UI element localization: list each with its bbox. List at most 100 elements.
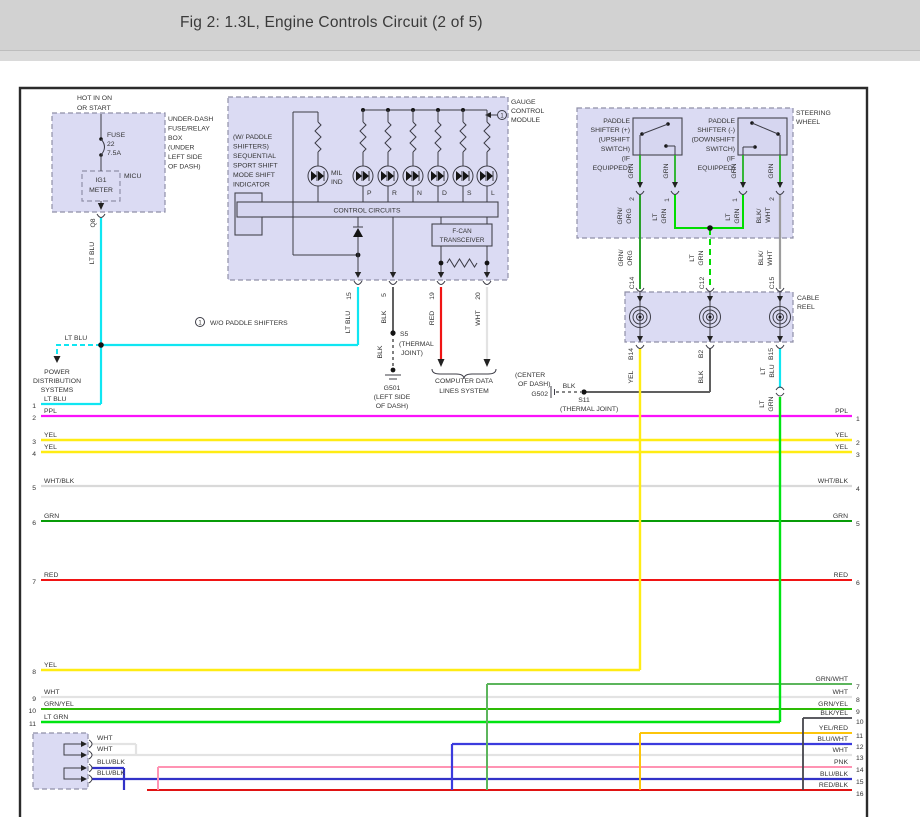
pin-connector-icon <box>389 281 397 285</box>
row-number: 9 <box>32 696 36 703</box>
row-number: 14 <box>856 767 864 774</box>
svg-text:SHIFTERS): SHIFTERS) <box>233 144 269 151</box>
svg-text:EQUIPPED): EQUIPPED) <box>593 165 630 172</box>
row-label: BLU/WHT <box>817 736 848 743</box>
row-label: RED <box>44 572 58 579</box>
svg-text:DISTRIBUTION: DISTRIBUTION <box>33 378 81 385</box>
svg-text:WHEEL: WHEEL <box>796 119 820 126</box>
svg-text:ORG: ORG <box>627 250 634 265</box>
svg-text:(THERMAL JOINT): (THERMAL JOINT) <box>560 406 618 413</box>
row-label: RED <box>834 572 848 579</box>
svg-text:ORG: ORG <box>626 208 633 223</box>
b2-label: B2 <box>698 350 705 359</box>
g501-ground: S5 (THERMAL JOINT) BLK G501 (LEFT SIDE O… <box>374 330 434 410</box>
svg-text:(DOWNSHIFT: (DOWNSHIFT <box>692 137 735 144</box>
pin-number: 5 <box>381 293 388 297</box>
gear-letter: L <box>491 190 495 197</box>
ground-icon <box>391 368 396 373</box>
mil-label: MIL <box>331 170 343 177</box>
svg-text:GRN: GRN <box>768 163 775 178</box>
svg-text:METER: METER <box>89 187 113 194</box>
svg-text:GRN: GRN <box>734 208 741 223</box>
junction-dot <box>707 225 713 231</box>
row-label: PNK <box>834 759 848 766</box>
connector-q8-icon <box>97 214 105 218</box>
svg-text:CONTROL: CONTROL <box>511 108 544 115</box>
pin-number: 15 <box>346 292 353 300</box>
row-label: BLU/BLK <box>820 771 848 778</box>
s5-label: S5 <box>400 331 409 338</box>
arrow-down-icon <box>484 359 491 367</box>
row-number: 13 <box>856 755 864 762</box>
row-number: 3 <box>32 439 36 446</box>
wire-color-label: BLK <box>381 310 388 323</box>
conn-wire-label: BLU/BLK <box>97 759 125 766</box>
gear-letter: D <box>442 190 447 197</box>
svg-text:WHT: WHT <box>767 250 774 265</box>
micu-box <box>82 171 120 201</box>
row-number: 7 <box>32 579 36 586</box>
s11-label: S11 <box>578 397 590 404</box>
svg-text:BLK: BLK <box>563 383 576 390</box>
pin-connector-icon <box>483 281 491 285</box>
svg-text:(IF: (IF <box>622 156 630 163</box>
row-number: 6 <box>32 520 36 527</box>
svg-text:OF DASH): OF DASH) <box>376 403 408 410</box>
svg-text:GRN: GRN <box>698 250 705 265</box>
row-number: 1 <box>856 416 860 423</box>
svg-text:BOX: BOX <box>168 135 183 142</box>
row-number: 5 <box>856 521 860 528</box>
cable-reel-label: CABLE <box>797 295 820 302</box>
b14-label: B14 <box>628 348 635 360</box>
svg-text:GRN: GRN <box>628 163 635 178</box>
svg-text:(UPSHIFT: (UPSHIFT <box>599 137 630 144</box>
svg-text:(LEFT SIDE: (LEFT SIDE <box>374 394 411 401</box>
q8-label: Q8 <box>90 218 97 227</box>
row-label: YEL <box>44 444 57 451</box>
svg-text:LT: LT <box>652 213 659 220</box>
conn-wire-label: BLU/BLK <box>97 770 125 777</box>
control-circuits-label: CONTROL CIRCUITS <box>334 208 401 215</box>
row-number: 4 <box>856 486 860 493</box>
micu-label: MICU <box>124 173 141 180</box>
svg-text:(CENTER: (CENTER <box>515 372 545 379</box>
svg-text:GRN/: GRN/ <box>617 207 624 224</box>
row-number: 1 <box>32 403 36 410</box>
svg-text:GRN/: GRN/ <box>618 249 625 266</box>
svg-text:22: 22 <box>107 141 115 148</box>
svg-text:(IF: (IF <box>727 156 735 163</box>
ltblu-label: LT BLU <box>89 242 96 265</box>
svg-text:7.5A: 7.5A <box>107 150 121 157</box>
svg-text:SHIFTER (-): SHIFTER (-) <box>697 127 735 134</box>
power-distribution-label: POWER <box>44 369 70 376</box>
svg-text:BLK/: BLK/ <box>758 251 765 266</box>
gauge-control-module-label: GAUGE <box>511 99 536 106</box>
shift-indicator-label: (W/ PADDLE <box>233 134 273 141</box>
svg-text:SHIFTER (+): SHIFTER (+) <box>591 127 630 134</box>
svg-text:REEL: REEL <box>797 304 815 311</box>
bottom-connector-box <box>33 733 88 789</box>
wire-color-label: LT BLU <box>345 311 352 334</box>
svg-text:2: 2 <box>769 197 776 201</box>
row-number: 2 <box>32 415 36 422</box>
svg-text:LT: LT <box>689 254 696 261</box>
svg-text:YEL: YEL <box>628 370 635 383</box>
pin-connector-icon <box>437 281 445 285</box>
row-label: WHT <box>833 689 848 696</box>
pin-number: 20 <box>475 292 482 300</box>
svg-text:BLK: BLK <box>698 370 705 383</box>
svg-text:(UNDER: (UNDER <box>168 145 195 152</box>
c14-label: C14 <box>629 277 636 290</box>
junction-dot <box>98 342 104 348</box>
row-number: 6 <box>856 580 860 587</box>
left-row-labels: 1LT BLU 2PPL 3YEL 4YEL 5WHT/BLK 6GRN 7RE… <box>28 396 74 728</box>
b15-label: B15 <box>768 348 775 360</box>
computer-data-lines: COMPUTER DATA LINES SYSTEM <box>432 359 496 395</box>
svg-text:TRANSCEIVER: TRANSCEIVER <box>440 237 485 244</box>
svg-text:1: 1 <box>732 198 739 202</box>
row-number: 5 <box>32 485 36 492</box>
svg-text:LEFT SIDE: LEFT SIDE <box>168 154 203 161</box>
pin-number: 19 <box>429 292 436 300</box>
svg-text:SPORT SHIFT: SPORT SHIFT <box>233 163 278 170</box>
wire-ltblu-pds-dash <box>57 345 101 356</box>
